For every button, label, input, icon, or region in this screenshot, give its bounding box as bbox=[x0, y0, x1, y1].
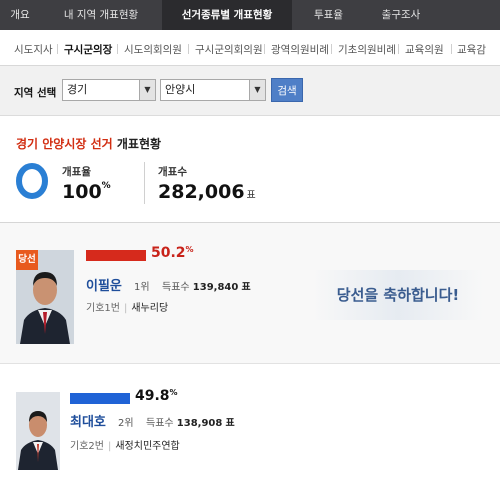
subnav-separator bbox=[451, 44, 452, 54]
subnav-item-local-proportional[interactable]: 기초의원비례 bbox=[338, 42, 396, 57]
subnav-item-provincial-council[interactable]: 시도의회의원 bbox=[124, 42, 182, 57]
candidate-rank: 1위 bbox=[134, 282, 150, 293]
candidate-photo bbox=[16, 392, 60, 470]
tab-turnout[interactable]: 투표율 bbox=[292, 0, 365, 30]
chevron-down-icon[interactable]: ▼ bbox=[139, 80, 155, 100]
candidate-name[interactable]: 최대호 bbox=[70, 411, 106, 430]
subnav-item-mayor[interactable]: 구시군의장 bbox=[64, 42, 112, 57]
subnav-item-education-council[interactable]: 교육의원 bbox=[405, 42, 444, 57]
tab-overview[interactable]: 개요 bbox=[0, 0, 40, 30]
subnav-item-local-council[interactable]: 구시군의회의원 bbox=[195, 42, 263, 57]
sub-nav: 시도지사 구시군의장 시도의회의원 구시군의회의원 광역의원비례 기초의원비례 … bbox=[0, 30, 500, 66]
subnav-separator bbox=[188, 44, 189, 54]
subnav-separator bbox=[331, 44, 332, 54]
turnout-value: 100% bbox=[62, 181, 111, 203]
chevron-down-icon[interactable]: ▼ bbox=[249, 80, 265, 100]
candidate-name[interactable]: 이필운 bbox=[86, 275, 122, 294]
top-nav: 개요 내 지역 개표현황 선거종류별 개표현황 투표율 출구조사 bbox=[0, 0, 500, 30]
candidate-info: 기호1번 | 새누리당 bbox=[86, 303, 169, 314]
region-filter: 지역 선택 경기 ▼ 안양시 ▼ 검색 bbox=[0, 66, 500, 116]
tab-exit-poll[interactable]: 출구조사 bbox=[365, 0, 437, 30]
section-divider bbox=[0, 363, 500, 364]
search-button[interactable]: 검색 bbox=[271, 78, 303, 102]
vote-share-percent: 49.8% bbox=[135, 388, 178, 404]
province-select-value: 경기 bbox=[67, 83, 88, 96]
subnav-item-superintendent[interactable]: 교육감 bbox=[457, 42, 486, 57]
tab-by-election-type[interactable]: 선거종류별 개표현황 bbox=[162, 0, 292, 30]
turnout-donut-icon bbox=[16, 163, 48, 199]
city-select[interactable]: 안양시 ▼ bbox=[160, 79, 266, 101]
vote-share-bar bbox=[86, 250, 146, 261]
stat-divider bbox=[144, 162, 145, 204]
candidate-votes: 득표수 138,908 표 bbox=[146, 418, 235, 429]
page-title-highlight: 경기 안양시장 선거 bbox=[16, 137, 113, 151]
vote-count-label: 개표수 bbox=[158, 166, 187, 178]
turnout-label: 개표율 bbox=[62, 166, 91, 178]
subnav-item-governor[interactable]: 시도지사 bbox=[14, 42, 53, 57]
subnav-separator bbox=[398, 44, 399, 54]
candidate-votes: 득표수 139,840 표 bbox=[162, 282, 251, 293]
vote-share-percent: 50.2% bbox=[151, 245, 194, 261]
candidate-rank: 2위 bbox=[118, 418, 134, 429]
city-select-value: 안양시 bbox=[165, 83, 196, 96]
region-filter-label: 지역 선택 bbox=[14, 87, 57, 99]
subnav-separator bbox=[264, 44, 265, 54]
person-icon bbox=[16, 392, 60, 470]
province-select[interactable]: 경기 ▼ bbox=[62, 79, 156, 101]
winner-badge: 당선 bbox=[16, 250, 38, 270]
page-title: 경기 안양시장 선거 개표현황 bbox=[16, 135, 161, 152]
subnav-separator bbox=[117, 44, 118, 54]
page-title-rest: 개표현황 bbox=[112, 137, 162, 151]
congrats-banner: 당선을 축하합니다! bbox=[312, 270, 484, 320]
subnav-separator bbox=[57, 44, 58, 54]
tab-my-region[interactable]: 내 지역 개표현황 bbox=[40, 0, 162, 30]
subnav-item-provincial-proportional[interactable]: 광역의원비례 bbox=[271, 42, 329, 57]
vote-count-value: 282,006 표 bbox=[158, 181, 256, 203]
vote-share-bar bbox=[70, 393, 130, 404]
candidate-info: 기호2번 | 새정치민주연합 bbox=[70, 441, 180, 452]
